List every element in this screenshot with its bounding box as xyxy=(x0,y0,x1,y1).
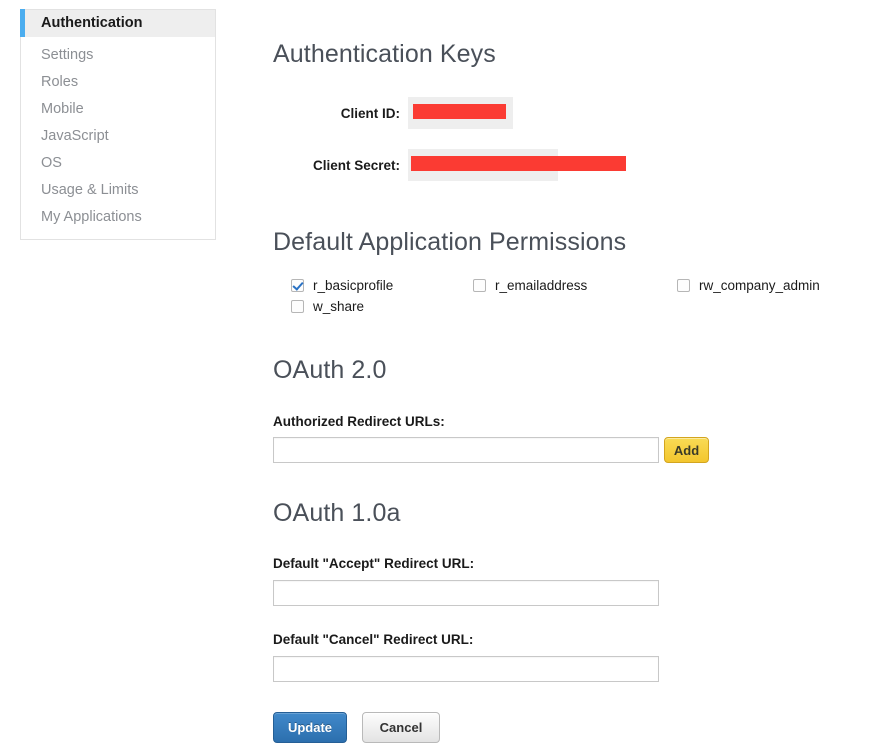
checkbox-r-emailaddress[interactable] xyxy=(473,279,486,292)
sidebar-item-mobile[interactable]: Mobile xyxy=(21,96,215,123)
default-cancel-redirect-url-label: Default "Cancel" Redirect URL: xyxy=(273,632,474,647)
default-cancel-redirect-url-input[interactable] xyxy=(273,656,659,682)
permission-r-basicprofile[interactable]: r_basicprofile xyxy=(291,278,393,293)
client-id-label: Client ID: xyxy=(340,105,400,121)
authorized-redirect-urls-label: Authorized Redirect URLs: xyxy=(273,414,445,429)
client-secret-redaction-bar xyxy=(411,156,626,171)
add-redirect-url-button[interactable]: Add xyxy=(664,437,709,463)
sidebar-item-usage-and-limits[interactable]: Usage & Limits xyxy=(21,177,215,204)
client-id-redaction-bar xyxy=(413,104,506,119)
authentication-settings-panel: Authentication Keys Client ID: Client Se… xyxy=(273,0,873,743)
sidebar-item-roles[interactable]: Roles xyxy=(21,69,215,96)
permission-label: r_emailaddress xyxy=(495,278,588,293)
sidebar-item-javascript[interactable]: JavaScript xyxy=(21,123,215,150)
sidebar-item-label: Settings xyxy=(41,47,94,63)
checkbox-rw-company-admin[interactable] xyxy=(677,279,690,292)
permission-w-share[interactable]: w_share xyxy=(291,299,364,314)
permission-label: w_share xyxy=(313,299,365,314)
permissions-heading: Default Application Permissions xyxy=(273,228,627,256)
sidebar-item-label: OS xyxy=(41,155,62,171)
permission-rw-company-admin[interactable]: rw_company_admin xyxy=(677,278,820,293)
checkbox-w-share[interactable] xyxy=(291,300,304,313)
settings-sidebar: Authentication Settings Roles Mobile Jav… xyxy=(20,9,216,240)
form-actions: Update Cancel xyxy=(273,712,873,743)
authorized-redirect-urls-row: Add xyxy=(273,437,873,463)
sidebar-item-authentication[interactable]: Authentication xyxy=(20,9,215,37)
sidebar-item-label: Authentication xyxy=(41,15,143,31)
sidebar-item-my-applications[interactable]: My Applications xyxy=(21,204,215,231)
permissions-grid: r_basicprofile w_share r_emailaddress rw… xyxy=(273,278,873,323)
sidebar-item-label: Usage & Limits xyxy=(41,182,139,198)
client-secret-value xyxy=(408,149,626,181)
sidebar-item-settings[interactable]: Settings xyxy=(21,42,215,69)
active-indicator-bar xyxy=(20,9,25,37)
permission-label: rw_company_admin xyxy=(699,278,820,293)
sidebar-item-label: Roles xyxy=(41,74,79,90)
oauth2-heading: OAuth 2.0 xyxy=(273,356,387,384)
oauth1a-heading: OAuth 1.0a xyxy=(273,499,401,527)
authorized-redirect-urls-input[interactable] xyxy=(273,437,659,463)
client-secret-label: Client Secret: xyxy=(312,157,400,173)
update-button[interactable]: Update xyxy=(273,712,347,743)
sidebar-item-label: JavaScript xyxy=(41,128,109,144)
sidebar-item-os[interactable]: OS xyxy=(21,150,215,177)
sidebar-item-label: My Applications xyxy=(41,209,142,225)
client-secret-row: Client Secret: xyxy=(273,149,873,181)
default-accept-redirect-url-input[interactable] xyxy=(273,580,659,606)
permission-r-emailaddress[interactable]: r_emailaddress xyxy=(473,278,587,293)
client-id-row: Client ID: xyxy=(273,97,873,129)
client-id-value xyxy=(408,97,513,129)
authentication-keys-heading: Authentication Keys xyxy=(273,40,496,68)
sidebar-item-label: Mobile xyxy=(41,101,84,117)
checkbox-r-basicprofile[interactable] xyxy=(291,279,304,292)
default-accept-redirect-url-label: Default "Accept" Redirect URL: xyxy=(273,556,475,571)
cancel-button[interactable]: Cancel xyxy=(362,712,440,743)
permission-label: r_basicprofile xyxy=(313,278,394,293)
